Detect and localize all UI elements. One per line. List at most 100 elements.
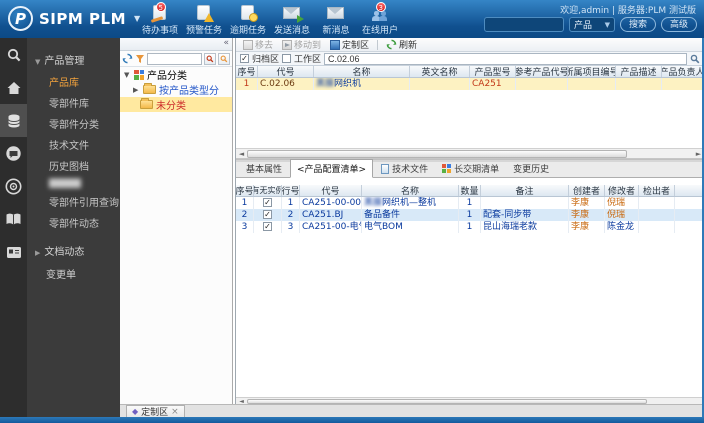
tab-technical-documents[interactable]: 技术文件	[375, 160, 434, 177]
nav-item-history-drawings[interactable]: 历史图档	[27, 155, 120, 176]
new-message-button[interactable]: 新消息	[314, 4, 358, 36]
tree-panel-header: «	[120, 38, 232, 51]
remove-button[interactable]: 移去	[240, 38, 276, 51]
tree-advanced-search-button[interactable]	[218, 52, 230, 65]
custom-area-button[interactable]: 定制区	[327, 38, 372, 51]
tree-node-root[interactable]: ▼ 产品分类	[120, 67, 232, 82]
column-header[interactable]: 代号	[258, 66, 314, 77]
nav-item-parts-library[interactable]: 零部件库	[27, 92, 120, 113]
tree-node-unclassified[interactable]: 未分类	[120, 97, 232, 112]
nav-section-change-order[interactable]: 变更单	[27, 262, 120, 285]
chevron-right-icon[interactable]: ▶	[133, 86, 140, 94]
nav-item-parts-reference-query[interactable]: 零部件引用查询	[27, 191, 120, 212]
locate-icon[interactable]	[135, 54, 145, 64]
bom-table-row[interactable]: 1 ✓ 1 CA251-00-00000 黑膜网织机—整机 1 李康 倪瑞	[236, 197, 704, 209]
tab-long-leadtime-list[interactable]: 长交期清单	[436, 160, 505, 177]
column-header[interactable]: 检出者	[639, 185, 675, 196]
column-header[interactable]: 修改者	[605, 185, 639, 196]
nav-item-product-library[interactable]: 产品库	[27, 71, 120, 92]
has-instance-checkbox[interactable]: ✓	[263, 198, 272, 207]
nav-section-document-activity[interactable]: ▶ 文档动态	[27, 239, 120, 262]
detail-tabs: 基本属性 <产品配置清单> 技术文件 长交期清单 变更历史	[236, 159, 704, 178]
scrollbar-thumb[interactable]	[247, 398, 647, 404]
column-header[interactable]: 序号	[236, 185, 254, 196]
search-icon[interactable]	[690, 54, 700, 64]
column-header[interactable]: 所属项目编号	[568, 66, 616, 77]
column-header[interactable]: 产品型号	[470, 66, 516, 77]
app-logo[interactable]: P SIPM PLM ▼	[8, 6, 140, 31]
tree-node-by-product-type[interactable]: ▶ 按产品类型分	[120, 82, 232, 97]
module-product-library[interactable]	[0, 104, 27, 137]
code-filter-input[interactable]	[324, 52, 687, 65]
tree-search-button[interactable]	[204, 52, 216, 65]
headset-icon	[5, 178, 22, 195]
move-to-button[interactable]: 移动到	[279, 38, 324, 51]
refresh-icon[interactable]	[122, 53, 133, 64]
send-message-button[interactable]: 发送消息	[270, 4, 314, 36]
module-contacts[interactable]	[0, 236, 27, 269]
module-icon-strip	[0, 38, 27, 417]
search-button[interactable]: 搜索	[619, 17, 656, 32]
nav-item-parts-classification[interactable]: 零部件分类	[27, 113, 120, 134]
tree-filter-input[interactable]	[147, 52, 202, 65]
scroll-left-icon[interactable]: ◄	[236, 150, 247, 158]
tab-change-history[interactable]: 变更历史	[507, 160, 555, 177]
column-header[interactable]: 产品描述	[616, 66, 662, 77]
dock-tab-custom-area[interactable]: ◆ 定制区 ×	[126, 405, 185, 418]
move-to-icon	[282, 39, 293, 50]
column-header[interactable]: 参考产品代号	[516, 66, 568, 77]
todo-items-button[interactable]: 5 待办事项	[138, 2, 182, 36]
dock-tab-bar: ◆ 定制区 ×	[120, 404, 704, 418]
overdue-tasks-button[interactable]: 逾期任务	[226, 4, 270, 36]
bom-table-hscrollbar[interactable]: ◄	[236, 397, 704, 405]
nav-item-redacted[interactable]: ██████	[27, 176, 120, 191]
nav-item-technical-documents[interactable]: 技术文件	[27, 134, 120, 155]
column-header[interactable]: 备注	[481, 185, 569, 196]
column-header[interactable]: 名称	[314, 66, 410, 77]
module-home[interactable]	[0, 71, 27, 104]
product-table-empty-area	[236, 90, 704, 148]
workspace-checkbox[interactable]	[282, 54, 292, 63]
content-toolbar: 移去 移动到 定制区 刷新	[236, 38, 704, 52]
bom-table-header: 序号 有无实例 行号 代号 名称 数量 备注 创建者 修改者 检出者	[236, 185, 704, 197]
scrollbar-thumb[interactable]	[247, 149, 627, 158]
product-table-row[interactable]: 1 C.02.06 黑膜网织机 CA251	[236, 78, 704, 90]
bom-table-row[interactable]: 3 ✓ 3 CA251-00-电气 电气BOM 1 昆山海瑞老款 李康 陈金龙	[236, 221, 704, 233]
module-search[interactable]	[0, 38, 27, 71]
status-bar	[0, 417, 704, 423]
online-users-button[interactable]: 3 在线用户	[358, 2, 402, 36]
column-header[interactable]: 有无实例	[254, 185, 282, 196]
tab-product-configuration-list[interactable]: <产品配置清单>	[290, 159, 374, 178]
warning-tasks-button[interactable]: 预警任务	[182, 4, 226, 36]
archive-area-checkbox[interactable]: ✓	[240, 54, 249, 63]
close-icon[interactable]: ×	[171, 407, 179, 417]
has-instance-checkbox[interactable]: ✓	[263, 222, 272, 231]
refresh-button[interactable]: 刷新	[383, 38, 420, 51]
chevron-down-icon[interactable]: ▼	[124, 71, 131, 79]
online-users-icon: 3	[370, 2, 390, 22]
column-header[interactable]: 产品负责人	[662, 66, 703, 77]
product-table-hscrollbar[interactable]: ◄ ►	[236, 148, 704, 159]
module-messages[interactable]	[0, 137, 27, 170]
column-header[interactable]: 数量	[459, 185, 481, 196]
advanced-search-button[interactable]: 高级	[660, 17, 697, 32]
tab-basic-attributes[interactable]: 基本属性	[240, 160, 288, 177]
column-header[interactable]: 序号	[236, 66, 258, 77]
column-header[interactable]: 代号	[300, 185, 362, 196]
tab-panel-gap	[236, 178, 704, 185]
column-header[interactable]: 名称	[362, 185, 459, 196]
search-input[interactable]	[483, 17, 564, 32]
search-category-select[interactable]: 产品 ▼	[568, 17, 615, 32]
column-header[interactable]: 英文名称	[410, 66, 470, 77]
nav-menu: ▼ 产品管理 产品库 零部件库 零部件分类 技术文件 历史图档 ██████ 零部…	[27, 38, 120, 417]
module-service[interactable]	[0, 170, 27, 203]
column-header[interactable]: 创建者	[569, 185, 605, 196]
bom-table-row-selected[interactable]: 2 ✓ 2 CA251.BJ 备品备件 1 配套-同步带 李康 倪瑞	[236, 209, 704, 221]
has-instance-checkbox[interactable]: ✓	[263, 210, 272, 219]
module-library[interactable]	[0, 203, 27, 236]
nav-section-product-mgmt[interactable]: ▼ 产品管理	[27, 48, 120, 71]
column-header[interactable]: 行号	[282, 185, 300, 196]
nav-item-parts-activity[interactable]: 零部件动态	[27, 212, 120, 233]
grid-icon	[442, 164, 452, 173]
collapse-panel-icon[interactable]: «	[223, 38, 229, 48]
